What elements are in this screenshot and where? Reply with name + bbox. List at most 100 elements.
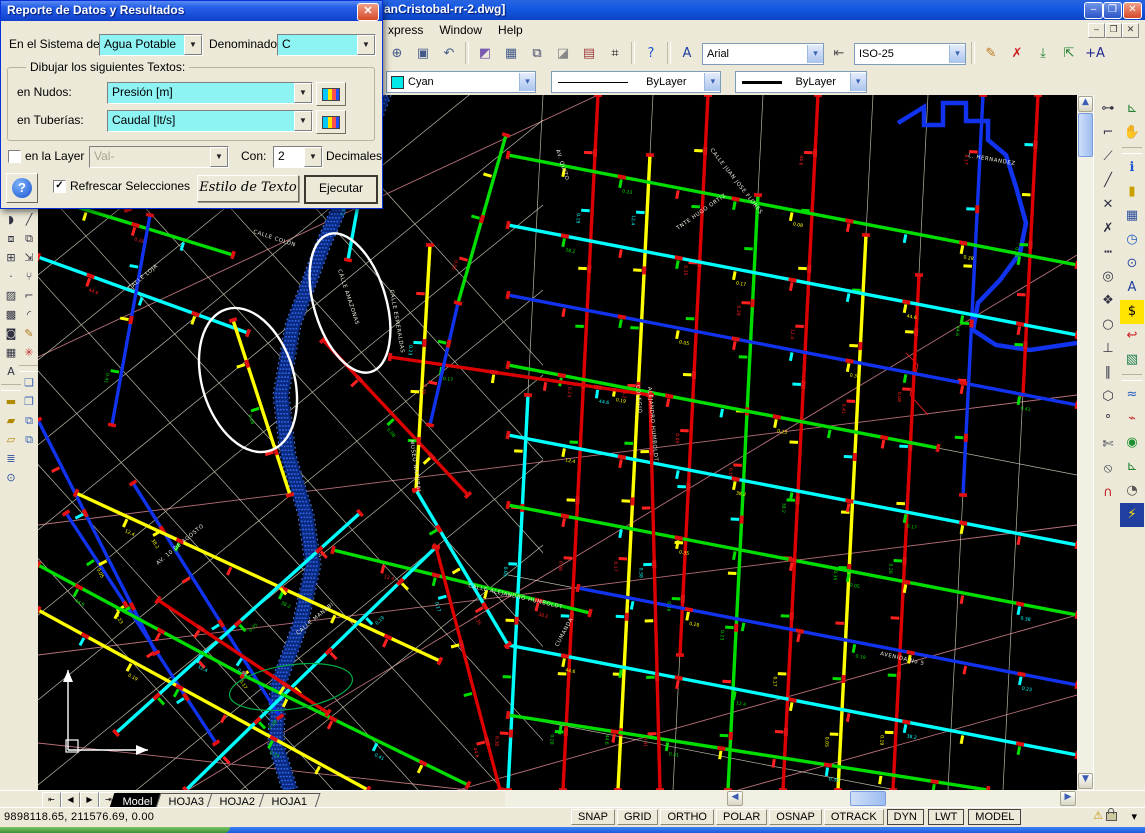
measure-dist-icon[interactable]: ▬	[2, 393, 21, 412]
nodes-color-button[interactable]	[316, 82, 346, 106]
menu-xpress[interactable]: xpress	[380, 20, 431, 40]
chevron-down-icon[interactable]: ▼	[294, 111, 312, 131]
cross-node-icon[interactable]: ✗	[1096, 217, 1120, 241]
magnet-icon[interactable]: ∩	[1096, 481, 1120, 505]
pencil-icon[interactable]: ✎	[20, 325, 39, 344]
add-text-icon[interactable]: +A	[1083, 42, 1107, 66]
hscroll-thumb[interactable]	[850, 791, 886, 806]
tab-scroll-next-icon[interactable]: ▶	[80, 792, 99, 808]
text-icon[interactable]: A	[2, 363, 21, 382]
group-nodes-icon[interactable]: ⬡	[1096, 385, 1120, 409]
line-icon[interactable]: ╱	[20, 211, 39, 230]
copy-icon[interactable]: ⧉	[20, 230, 39, 249]
ground-elevation-icon[interactable]: ⤓	[1031, 42, 1055, 66]
decimals-combo[interactable]: 2 ▼	[273, 146, 323, 168]
linetype-combo[interactable]: ByLayer ▾	[551, 71, 721, 93]
status-menu-icon[interactable]: ▾	[1131, 810, 1137, 823]
draworder-below-icon[interactable]: ⧉	[20, 431, 39, 450]
publish-icon[interactable]: ▤	[577, 42, 601, 66]
mdi-restore-button[interactable]: ❐	[1105, 23, 1122, 38]
refresh-checkbox[interactable]: ✓	[53, 180, 66, 193]
measure-check-icon[interactable]: ⇱	[1057, 42, 1081, 66]
hand-icon[interactable]: ✋	[1120, 121, 1144, 145]
render-icon[interactable]: ◩	[473, 42, 497, 66]
scroll-up-icon[interactable]: ▲	[1078, 96, 1093, 112]
chevron-down-icon[interactable]: ▼	[357, 35, 375, 55]
locate-icon[interactable]: ⊙	[2, 469, 21, 488]
undo-red-icon[interactable]: ↩	[1120, 324, 1144, 348]
parallel-icon[interactable]: ∥	[1096, 361, 1120, 385]
chevron-down-icon[interactable]: ▾	[949, 45, 965, 63]
zoom-window-icon[interactable]: ▣	[411, 42, 435, 66]
dialog-titlebar[interactable]: Reporte de Datos y Resultados ✕	[1, 1, 382, 21]
table2-icon[interactable]: ▦	[2, 344, 21, 363]
lock-icon[interactable]: ▮	[1120, 180, 1144, 204]
denominated-combo[interactable]: C ▼	[277, 34, 376, 56]
sheetset-icon[interactable]: ⧉	[525, 42, 549, 66]
toggle-grid[interactable]: GRID	[617, 809, 659, 825]
small-node-icon[interactable]: °	[1096, 409, 1120, 433]
stopwatch-icon[interactable]: ◔	[1120, 479, 1144, 503]
dimstyle-combo[interactable]: ISO-25▾	[854, 43, 966, 65]
measure-vol-icon[interactable]: ▱	[2, 431, 21, 450]
valve-cluster-icon[interactable]: ❖	[1096, 289, 1120, 313]
measure-area-icon[interactable]: ▰	[2, 412, 21, 431]
layer-checkbox[interactable]	[8, 150, 21, 163]
toggle-ortho[interactable]: ORTHO	[660, 809, 714, 825]
info-icon[interactable]: ℹ	[1120, 156, 1144, 180]
faucet-icon[interactable]: ⌁	[1120, 407, 1144, 431]
lineweight-combo[interactable]: ByLayer ▾	[735, 71, 867, 93]
region-icon[interactable]: ◙	[2, 325, 21, 344]
text-style-icon[interactable]: A	[675, 42, 699, 66]
menu-help[interactable]: Help	[490, 20, 531, 40]
pipe-flow-icon[interactable]: ≈	[1120, 383, 1144, 407]
chevron-down-icon[interactable]: ▾	[807, 45, 823, 63]
calculator-icon[interactable]: ⌗	[603, 42, 627, 66]
toggle-model[interactable]: MODEL	[968, 809, 1021, 825]
scissors-icon[interactable]: ✄	[1096, 433, 1120, 457]
no-draw-icon[interactable]: ⦸	[1096, 457, 1120, 481]
horizontal-scrollbar[interactable]: ◀ ▶	[505, 790, 1077, 807]
nodes-text-combo[interactable]: Presión [m] ▼	[107, 82, 313, 104]
markup-icon[interactable]: ◪	[551, 42, 575, 66]
circle-node-icon[interactable]: ◎	[1096, 265, 1120, 289]
dashed-line-icon[interactable]: ┅	[1096, 241, 1120, 265]
draworder-above-icon[interactable]: ⧉	[20, 412, 39, 431]
layer-combo[interactable]: Val- ▼	[89, 146, 229, 168]
chevron-down-icon[interactable]: ▾	[704, 73, 720, 91]
lightning-icon[interactable]: ⚡	[1120, 503, 1144, 527]
chevron-down-icon[interactable]: ▾	[850, 73, 866, 91]
chevron-down-icon[interactable]: ▼	[184, 35, 202, 55]
cost-icon[interactable]: $	[1120, 300, 1144, 324]
draworder-front-icon[interactable]: ❏	[20, 374, 39, 393]
chamfer-icon[interactable]: ⌐	[20, 287, 39, 306]
pipes-color-button[interactable]	[316, 110, 346, 134]
fillet-icon[interactable]: ◜	[20, 306, 39, 325]
toggle-snap[interactable]: SNAP	[571, 809, 615, 825]
insert-block-icon[interactable]: ⧈	[2, 230, 21, 249]
toggle-osnap[interactable]: OSNAP	[769, 809, 822, 825]
stretch-icon[interactable]: ⇲	[20, 249, 39, 268]
image-icon[interactable]: ▧	[1120, 348, 1144, 372]
hatch-icon[interactable]: ▨	[2, 287, 21, 306]
dim-style-icon[interactable]: ⇤	[827, 42, 851, 66]
delete-object-icon[interactable]: ✗	[1005, 42, 1029, 66]
execute-button[interactable]: Ejecutar	[304, 175, 378, 204]
chart-icon[interactable]: ⊾	[1120, 97, 1144, 121]
explode-icon[interactable]: ✳	[20, 344, 39, 363]
chevron-down-icon[interactable]: ▼	[210, 147, 228, 167]
ellipse-arc-icon[interactable]: ◗	[2, 211, 21, 230]
pencil-plus-icon[interactable]: ✎	[979, 42, 1003, 66]
mdi-close-button[interactable]: ✕	[1122, 23, 1139, 38]
node-link-icon[interactable]: ⊶	[1096, 97, 1120, 121]
font-combo[interactable]: Arial▾	[702, 43, 824, 65]
tee-icon[interactable]: ⊥	[1096, 337, 1120, 361]
list-icon[interactable]: ≣	[2, 450, 21, 469]
table-icon[interactable]: ▦	[499, 42, 523, 66]
pipe-short-icon[interactable]: ╱	[1096, 169, 1120, 193]
zoom-previous-icon[interactable]: ↶	[437, 42, 461, 66]
toggle-otrack[interactable]: OTRACK	[824, 809, 884, 825]
pipe-diag-icon[interactable]: ⟋	[1096, 145, 1120, 169]
pipes-text-combo[interactable]: Caudal [lt/s] ▼	[107, 110, 313, 132]
clock-icon[interactable]: ◷	[1120, 228, 1144, 252]
